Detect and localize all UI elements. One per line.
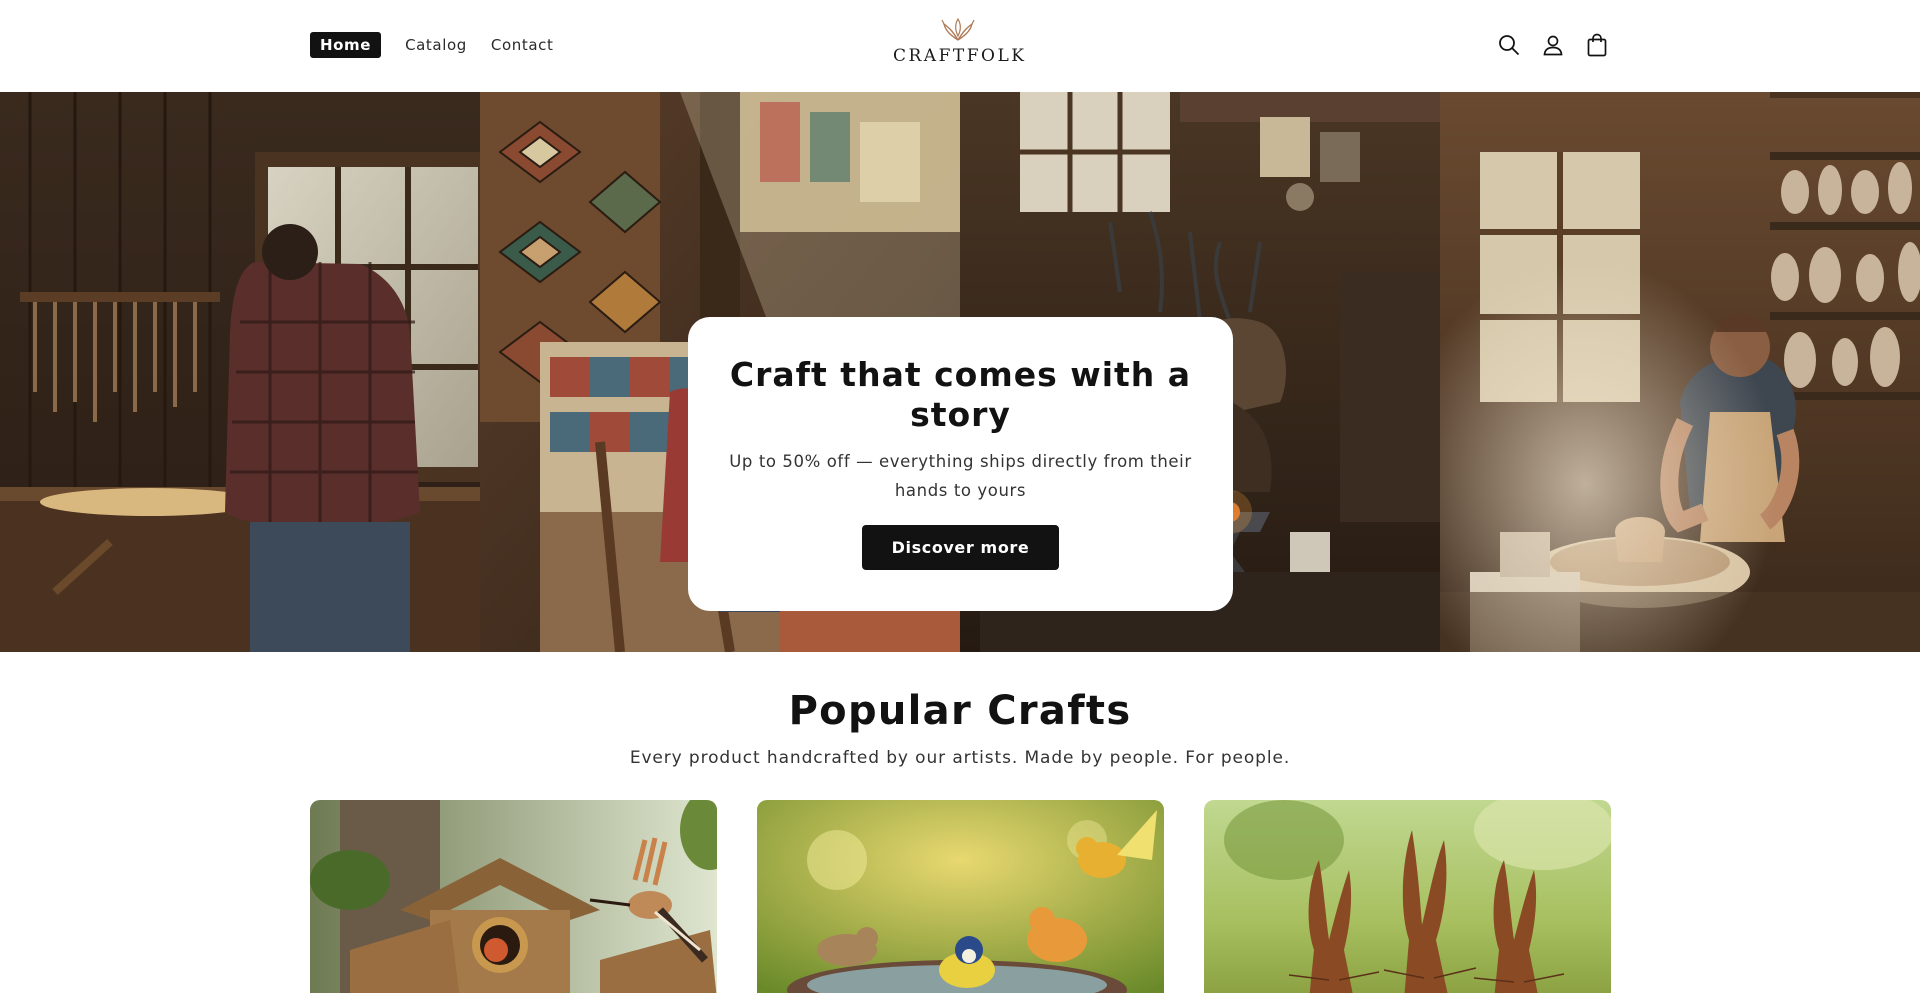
section-title: Popular Crafts [788, 688, 1132, 734]
metal-rabbits-image [1204, 800, 1611, 993]
main-nav: Home Catalog Contact [310, 32, 567, 58]
birdhouse-image [310, 800, 717, 993]
product-card-metal-rabbits[interactable] [1204, 800, 1611, 993]
cart-icon[interactable] [1584, 32, 1609, 57]
hero-banner: Craft that comes with a story Up to 50% … [0, 92, 1920, 652]
product-card-bird-bath[interactable] [757, 800, 1164, 993]
hero-card: Craft that comes with a story Up to 50% … [688, 317, 1233, 611]
discover-more-button[interactable]: Discover more [861, 525, 1060, 570]
section-subtitle: Every product handcrafted by our artists… [629, 748, 1291, 768]
hero-subtitle: Up to 50% off — everything ships directl… [729, 452, 1192, 500]
product-grid [310, 800, 1611, 993]
nav-contact[interactable]: Contact [481, 32, 564, 58]
site-logo[interactable]: CRAFTFOLK [893, 18, 1027, 66]
header-icons [1496, 32, 1609, 57]
hands-leaf-logo-icon [941, 18, 975, 41]
product-card-birdhouse[interactable] [310, 800, 717, 993]
nav-home[interactable]: Home [310, 32, 382, 58]
hero-image-pottery [1440, 92, 1920, 652]
account-icon[interactable] [1540, 32, 1565, 57]
bird-bath-image [757, 800, 1164, 993]
hero-title: Craft that comes with a story [729, 355, 1192, 434]
nav-catalog[interactable]: Catalog [395, 32, 477, 58]
hero-image-woodworking [0, 92, 480, 652]
search-icon[interactable] [1496, 32, 1521, 57]
site-header: Home Catalog Contact CRAFTFOLK [0, 0, 1920, 92]
logo-text: CRAFTFOLK [893, 46, 1027, 66]
